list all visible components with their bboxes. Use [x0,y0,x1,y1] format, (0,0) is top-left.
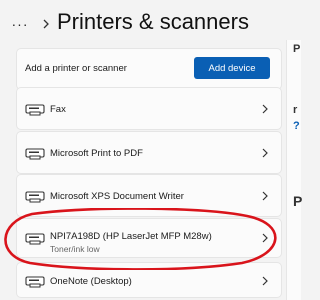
device-name: Fax [50,104,66,115]
edge-text-fragment: P [293,43,301,55]
printer-icon [25,191,45,203]
chevron-right-icon [262,148,268,158]
device-name: OneNote (Desktop) [50,276,132,287]
chevron-right-icon [262,233,268,243]
add-printer-label: Add a printer or scanner [25,63,127,74]
printer-icon [25,276,45,288]
device-row-onenote[interactable]: OneNote (Desktop) [16,262,282,298]
device-name: Microsoft XPS Document Writer [50,191,184,202]
device-row-xps-writer[interactable]: Microsoft XPS Document Writer [16,174,282,217]
adjacent-window-edge [286,40,301,300]
more-options-button[interactable]: ··· [9,14,31,34]
header: ··· Printers & scanners [0,0,301,50]
chevron-right-icon [262,276,268,286]
device-row-print-to-pdf[interactable]: Microsoft Print to PDF [16,131,282,174]
page-title: Printers & scanners [57,9,249,34]
printer-icon [25,104,45,116]
device-name: NPI7A198D (HP LaserJet MFP M28w) [50,231,212,242]
chevron-right-icon [262,191,268,201]
device-status: Toner/ink low [50,244,100,254]
breadcrumb-chevron-icon [43,19,49,29]
chevron-right-icon [262,104,268,114]
device-row-hp-laserjet[interactable]: NPI7A198D (HP LaserJet MFP M28w) Toner/i… [16,218,282,258]
edge-text-fragment: r [293,104,298,116]
device-name: Microsoft Print to PDF [50,148,143,159]
add-device-button[interactable]: Add device [194,57,270,79]
printer-icon [25,233,45,245]
printer-icon [25,148,45,160]
edge-text-fragment: P [293,193,303,209]
edge-text-fragment: ? [293,120,300,132]
device-row-fax[interactable]: Fax [16,87,282,130]
add-printer-card: Add a printer or scanner Add device [16,48,282,90]
